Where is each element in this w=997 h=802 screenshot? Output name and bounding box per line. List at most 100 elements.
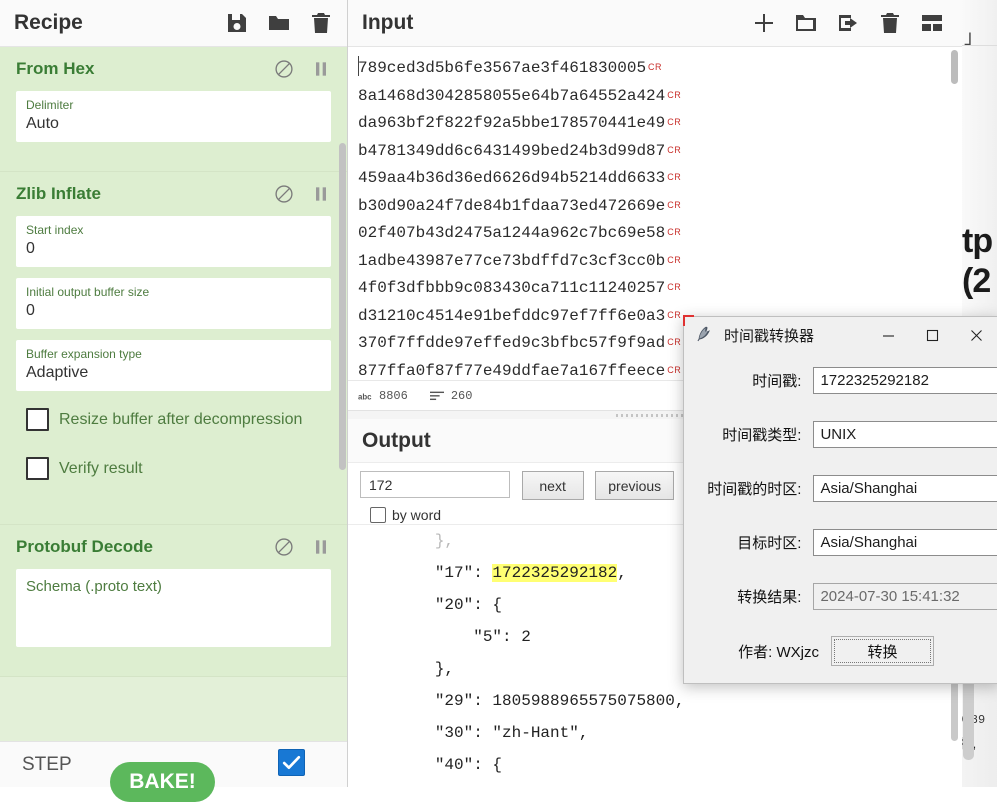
disable-icon[interactable] xyxy=(274,537,294,557)
input-scrollbar-thumb[interactable] xyxy=(951,50,958,84)
timestamp-input[interactable]: 1722325292182 xyxy=(813,366,997,394)
recipe-op-zlib-inflate[interactable]: Zlib Inflate Start index 0 Initial outpu… xyxy=(0,172,347,525)
field-label: Buffer expansion type xyxy=(26,347,142,361)
dialog-maximize-button[interactable] xyxy=(910,317,954,353)
disable-icon[interactable] xyxy=(274,59,294,79)
input-line: 1adbe43987e77ce73bdffd7c3cf3cc0b CR xyxy=(358,247,962,275)
output-line-text: "17": xyxy=(358,564,493,582)
dialog-row-result: 转换结果: 2024-07-30 15:41:32 xyxy=(684,569,997,623)
open-file-icon[interactable] xyxy=(836,11,860,35)
conversion-result-output: 2024-07-30 15:41:32 xyxy=(813,582,997,610)
input-line-text: 8a1468d3042858055e64b7a64552a424 xyxy=(358,86,666,105)
op-field-start-index[interactable]: Start index 0 xyxy=(16,216,331,267)
recipe-op-from-hex[interactable]: From Hex Delimiter Auto xyxy=(0,47,347,172)
dialog-footer: 作者: WXjzc 转换 xyxy=(684,623,997,679)
input-toolbar xyxy=(752,11,944,35)
folder-open-icon[interactable] xyxy=(794,11,818,35)
field-label: 转换结果: xyxy=(737,588,802,606)
input-line: 4f0f3dfbbb9c083430ca711c11240257 CR xyxy=(358,274,962,302)
author-label: 作者: WXjzc xyxy=(738,643,819,661)
op-controls xyxy=(274,59,331,79)
input-line-text: 789ced3d5b6fe3567ae3f461830005 xyxy=(358,59,647,77)
carriage-return-marker: CR xyxy=(667,364,682,375)
op-title: From Hex xyxy=(16,59,95,78)
pause-icon[interactable] xyxy=(311,537,331,557)
add-tab-icon[interactable] xyxy=(752,11,776,35)
auto-bake-checkbox[interactable] xyxy=(278,749,305,776)
field-value[interactable]: Auto xyxy=(26,113,321,135)
field-value[interactable]: 0 xyxy=(26,238,321,260)
by-word-checkbox[interactable] xyxy=(370,507,386,523)
folder-icon[interactable] xyxy=(267,11,291,35)
input-line: b4781349dd6c6431499bed24b3d99d87 CR xyxy=(358,137,962,165)
input-line: b30d90a24f7de84b1fdaa73ed472669e CR xyxy=(358,192,962,220)
clear-input-icon[interactable] xyxy=(878,11,902,35)
dialog-row-target-timezone: 目标时区: Asia/Shanghai xyxy=(684,515,997,569)
background-scrollbar-thumb[interactable] xyxy=(963,678,974,760)
recipe-toolbar xyxy=(225,11,333,35)
field-placeholder: Schema (.proto text) xyxy=(26,578,162,595)
output-scrollbar-thumb[interactable] xyxy=(951,681,958,741)
recipe-scrollbar-thumb[interactable] xyxy=(339,143,346,470)
pause-icon[interactable] xyxy=(311,59,331,79)
op-field-schema[interactable]: Schema (.proto text) xyxy=(16,569,331,647)
input-line: 789ced3d5b6fe3567ae3f461830005 CR xyxy=(358,54,962,82)
background-heading-line2: (2 xyxy=(962,262,991,300)
source-timezone-input[interactable]: Asia/Shanghai xyxy=(813,474,997,502)
checkbox-label: Resize buffer after decompression xyxy=(59,410,303,428)
reset-pane-layout-icon[interactable] xyxy=(920,11,944,35)
dialog-title-bar[interactable]: 时间戳转换器 xyxy=(684,317,997,353)
op-checkbox-verify-result[interactable]: Verify result xyxy=(26,457,331,480)
recipe-scrollbar[interactable] xyxy=(338,47,347,637)
checkbox-box[interactable] xyxy=(26,408,49,431)
recipe-title-bar: Recipe xyxy=(0,0,347,47)
disable-icon[interactable] xyxy=(274,184,294,204)
input-line-text: 1adbe43987e77ce73bdffd7c3cf3cc0b xyxy=(358,251,666,270)
target-timezone-input[interactable]: Asia/Shanghai xyxy=(813,528,997,556)
save-icon[interactable] xyxy=(225,11,249,35)
field-label: 时间戳的时区: xyxy=(707,480,802,498)
output-line: "3": { xyxy=(358,781,962,787)
dialog-row-timestamp-type: 时间戳类型: UNIX xyxy=(684,407,997,461)
op-checkbox-resize-buffer[interactable]: Resize buffer after decompression xyxy=(26,408,331,431)
splitter-grip[interactable] xyxy=(616,414,690,417)
bake-button[interactable]: BAKE! xyxy=(110,762,215,802)
input-line-text: 4f0f3dfbbb9c083430ca711c11240257 xyxy=(358,279,666,297)
dialog-minimize-button[interactable] xyxy=(866,317,910,353)
field-value[interactable]: 0 xyxy=(26,300,321,322)
find-next-button[interactable]: next xyxy=(521,471,584,500)
checkbox-label: Verify result xyxy=(59,459,143,477)
dialog-close-button[interactable] xyxy=(954,317,997,353)
timestamp-type-input[interactable]: UNIX xyxy=(813,420,997,448)
find-previous-button[interactable]: previous xyxy=(595,471,675,500)
recipe-pane-title: Recipe xyxy=(14,11,83,34)
op-field-initial-output-buffer-size[interactable]: Initial output buffer size 0 xyxy=(16,278,331,329)
pause-icon[interactable] xyxy=(311,184,331,204)
carriage-return-marker: CR xyxy=(667,337,682,347)
input-line-text: d31210c4514e91befddc97ef7ff6e0a3 xyxy=(358,306,666,325)
output-line: "40": { xyxy=(358,756,503,774)
op-field-delimiter[interactable]: Delimiter Auto xyxy=(16,91,331,142)
input-lines-segment: 260 xyxy=(429,389,472,403)
recipe-op-protobuf-decode[interactable]: Protobuf Decode Schema (.proto text) xyxy=(0,525,347,677)
minimize-icon xyxy=(882,334,894,337)
recipe-operation-list[interactable]: From Hex Delimiter Auto Zlib Inflate Sta… xyxy=(0,47,347,742)
carriage-return-marker: CR xyxy=(667,199,682,210)
input-line: 459aa4b36d36ed6626d94b5214dd6633 CR xyxy=(358,164,962,192)
timestamp-converter-dialog[interactable]: 时间戳转换器 时间戳: 1722325292182 时间戳类型: UNIX 时间… xyxy=(683,315,997,684)
trash-icon[interactable] xyxy=(309,11,333,35)
field-label: 时间戳: xyxy=(752,372,802,390)
input-title-bar: Input xyxy=(348,0,962,47)
checkbox-box[interactable] xyxy=(26,457,49,480)
convert-button[interactable]: 转换 xyxy=(831,636,934,666)
recipe-pane: Recipe From Hex Delimiter Auto Zlib Infl… xyxy=(0,0,348,802)
op-controls xyxy=(274,537,331,557)
find-input[interactable] xyxy=(360,471,510,498)
op-header: Protobuf Decode xyxy=(16,537,331,557)
check-icon xyxy=(282,755,301,770)
op-header: From Hex xyxy=(16,59,331,79)
field-value[interactable]: Adaptive xyxy=(26,362,321,384)
step-button[interactable]: STEP xyxy=(22,754,72,776)
op-field-buffer-expansion-type[interactable]: Buffer expansion type Adaptive xyxy=(16,340,331,391)
carriage-return-marker: CR xyxy=(667,144,682,155)
